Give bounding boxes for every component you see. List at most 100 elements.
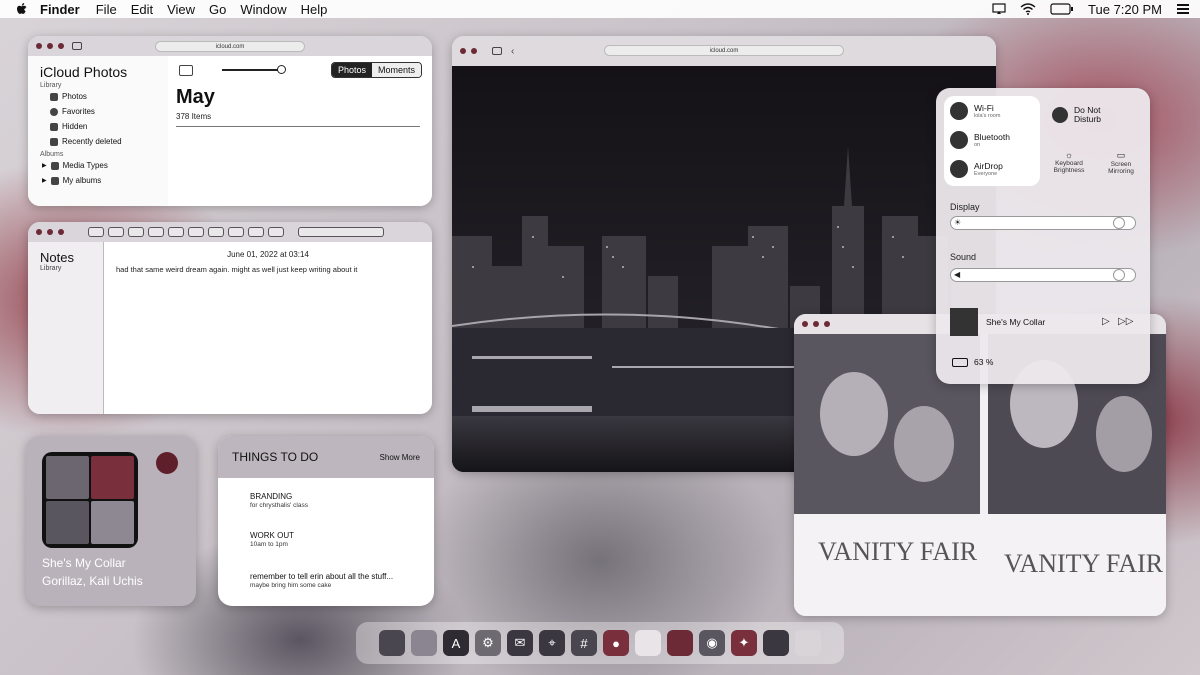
disclosure-triangle-icon[interactable]: ▶ <box>42 162 47 169</box>
bluetooth-toggle[interactable]: Bluetooth on <box>950 131 1010 149</box>
dnd-toggle[interactable]: Do Not Disturb <box>1052 106 1118 124</box>
close-button[interactable] <box>36 229 42 235</box>
notes-toolbar <box>88 227 384 237</box>
delete-icon[interactable] <box>128 227 144 237</box>
music-widget[interactable]: She's My Collar Gorillaz, Kali Uchis <box>26 436 196 606</box>
tab-photos[interactable]: Photos <box>331 63 372 77</box>
back-icon[interactable]: ‹ <box>511 46 514 57</box>
tab-moments[interactable]: Moments <box>371 63 421 77</box>
screen-mirroring-label: Screen Mirroring <box>1108 161 1134 175</box>
sidebar-item-photos[interactable]: Photos <box>50 89 168 104</box>
system-preferences-icon[interactable]: ⚙ <box>475 630 501 656</box>
zoom-slider-knob[interactable] <box>277 65 286 74</box>
note-text[interactable]: had that same weird dream again. might a… <box>116 265 420 274</box>
sidebar-item-label: Media Types <box>62 161 108 170</box>
menu-go[interactable]: Go <box>209 2 226 17</box>
spotify-icon[interactable] <box>156 452 178 474</box>
now-playing[interactable]: She's My Collar <box>950 308 1045 336</box>
collaborate-icon[interactable] <box>248 227 264 237</box>
minimize-button[interactable] <box>47 229 53 235</box>
keyboard-brightness-button[interactable]: ☼ Keyboard Brightness <box>1046 150 1092 174</box>
apple-icon[interactable] <box>14 1 30 17</box>
display-slider[interactable]: ☀ <box>950 216 1136 230</box>
library-label[interactable]: Library <box>40 265 103 272</box>
address-bar[interactable]: icloud.com <box>155 41 305 52</box>
slack-icon[interactable]: # <box>571 630 597 656</box>
launchpad-icon[interactable] <box>411 630 437 656</box>
wifi-toggle[interactable]: Wi-Fi lola's room <box>950 102 1000 120</box>
play-icon[interactable]: ▷ <box>1102 316 1110 327</box>
safari-icon[interactable]: ⌖ <box>539 630 565 656</box>
format-icon[interactable] <box>228 227 244 237</box>
sidebar-icon[interactable] <box>88 227 104 237</box>
display-label: Display <box>950 202 980 212</box>
folder-icon[interactable] <box>763 630 789 656</box>
todo-item[interactable]: WORK OUT 10am to 1pm <box>250 531 294 548</box>
zoom-button[interactable] <box>58 43 64 49</box>
forward-icon[interactable]: ▷▷ <box>1118 316 1133 327</box>
note-body[interactable]: June 01, 2022 at 03:14 had that same wei… <box>104 242 432 414</box>
attachment-icon[interactable] <box>268 227 284 237</box>
close-button[interactable] <box>802 321 808 327</box>
sidebar-item-media-types[interactable]: ▶ Media Types <box>42 158 168 173</box>
menu-view[interactable]: View <box>167 2 195 17</box>
display-slider-knob[interactable] <box>1113 217 1125 229</box>
sidebar-item-label: Favorites <box>62 107 95 116</box>
menu-clock[interactable]: Tue 7:20 PM <box>1088 2 1162 17</box>
share-icon[interactable] <box>188 227 204 237</box>
sidebar-toggle-icon[interactable] <box>492 47 502 55</box>
zoom-slider[interactable] <box>222 65 286 74</box>
app-store-icon[interactable]: A <box>443 630 469 656</box>
finder-icon[interactable] <box>379 630 405 656</box>
sidebar-item-my-albums[interactable]: ▶ My albums <box>42 173 168 188</box>
trash-icon[interactable] <box>795 630 821 656</box>
close-button[interactable] <box>460 48 466 54</box>
sound-slider[interactable]: ◀ <box>950 268 1136 282</box>
brightness-icon: ☀ <box>954 218 962 227</box>
close-button[interactable] <box>36 43 42 49</box>
notes-icon[interactable] <box>635 630 661 656</box>
todo-item[interactable]: remember to tell erin about all the stuf… <box>250 572 393 589</box>
minimize-button[interactable] <box>471 48 477 54</box>
mail-icon[interactable]: ✉ <box>507 630 533 656</box>
zoom-button[interactable] <box>58 229 64 235</box>
screen-mirroring-icon[interactable] <box>992 3 1006 15</box>
sidebar-item-hidden[interactable]: Hidden <box>50 119 168 134</box>
wifi-label: Wi-Fi <box>974 102 994 113</box>
airdrop-toggle[interactable]: AirDrop Everyone <box>950 160 1003 178</box>
search-input[interactable] <box>298 227 384 237</box>
lock-icon[interactable] <box>168 227 184 237</box>
battery-row: 63 % <box>952 358 993 367</box>
minimize-button[interactable] <box>813 321 819 327</box>
airdrop-label: AirDrop <box>974 160 1003 171</box>
chrome-icon[interactable]: ◉ <box>699 630 725 656</box>
sound-slider-knob[interactable] <box>1113 269 1125 281</box>
show-more-button[interactable]: Show More <box>380 453 420 462</box>
zoom-button[interactable] <box>824 321 830 327</box>
keyboard-brightness-label: Keyboard Brightness <box>1053 160 1085 174</box>
sidebar-item-recently-deleted[interactable]: Recently deleted <box>50 134 168 149</box>
menu-window[interactable]: Window <box>240 2 286 17</box>
sidebar-item-favorites[interactable]: Favorites <box>50 104 168 119</box>
control-center-icon[interactable] <box>1176 3 1190 15</box>
compose-icon[interactable] <box>148 227 164 237</box>
minimize-button[interactable] <box>47 43 53 49</box>
gallery-icon[interactable] <box>108 227 124 237</box>
sidebar-toggle-icon[interactable] <box>72 42 82 50</box>
messages-icon[interactable]: ● <box>603 630 629 656</box>
menu-help[interactable]: Help <box>301 2 328 17</box>
menu-edit[interactable]: Edit <box>131 2 153 17</box>
address-bar[interactable]: icloud.com <box>604 45 844 56</box>
checklist-icon[interactable] <box>208 227 224 237</box>
sidebar-item-label: My albums <box>62 176 102 185</box>
todo-item[interactable]: BRANDING for chrysthalis' class <box>250 492 308 509</box>
custom-app-icon[interactable]: ✦ <box>731 630 757 656</box>
wifi-icon[interactable] <box>1020 3 1036 15</box>
sidebar-icon[interactable] <box>179 64 193 76</box>
battery-icon[interactable] <box>1050 3 1074 15</box>
menu-app-name[interactable]: Finder <box>40 2 80 17</box>
menu-file[interactable]: File <box>96 2 117 17</box>
screen-mirroring-button[interactable]: ▭ Screen Mirroring <box>1098 150 1144 175</box>
photos-icon[interactable] <box>667 630 693 656</box>
disclosure-triangle-icon[interactable]: ▶ <box>42 177 47 184</box>
